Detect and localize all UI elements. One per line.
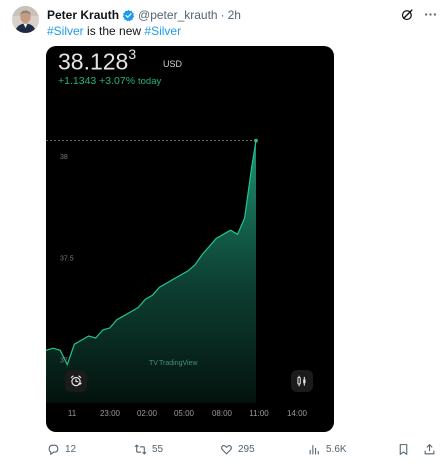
y-tick-label: 37 bbox=[60, 357, 68, 364]
data-point bbox=[102, 329, 104, 331]
separator-dot: · bbox=[220, 8, 225, 22]
author-name[interactable]: Peter Krauth bbox=[47, 8, 119, 22]
indicators-button[interactable] bbox=[291, 370, 313, 392]
data-point bbox=[187, 270, 189, 272]
y-tick-label: 38 bbox=[60, 154, 68, 161]
data-point bbox=[237, 233, 238, 235]
x-tick-label: 23:00 bbox=[100, 409, 121, 418]
change-percent: +3.07% bbox=[99, 75, 136, 87]
repost-count: 55 bbox=[152, 443, 164, 455]
data-point bbox=[230, 229, 231, 231]
data-point bbox=[116, 319, 118, 321]
x-tick-label: 14:00 bbox=[287, 409, 308, 418]
like-icon bbox=[221, 444, 232, 454]
hashtag-link[interactable]: #Silver bbox=[144, 24, 181, 38]
data-point bbox=[152, 294, 153, 296]
x-tick-label: 11:00 bbox=[249, 409, 269, 418]
data-point bbox=[73, 343, 75, 345]
x-tick-label: 02:00 bbox=[137, 409, 158, 418]
data-point bbox=[244, 217, 246, 219]
more-icon[interactable] bbox=[423, 7, 438, 22]
data-point bbox=[194, 264, 196, 266]
data-point bbox=[159, 286, 160, 288]
data-point bbox=[123, 315, 125, 317]
y-tick-label: 37.5 bbox=[60, 256, 74, 263]
avatar[interactable] bbox=[12, 6, 39, 33]
data-point bbox=[59, 349, 61, 351]
currency-label: USD bbox=[163, 59, 183, 69]
data-point bbox=[137, 307, 139, 308]
watermark-text: TradingView bbox=[159, 360, 198, 367]
change-period: today bbox=[138, 76, 162, 87]
x-tick-label: 05:00 bbox=[174, 409, 195, 418]
data-point bbox=[95, 337, 97, 339]
repost-icon bbox=[134, 443, 147, 455]
avatar-image bbox=[12, 6, 39, 33]
share-icon bbox=[424, 443, 435, 454]
author-handle[interactable]: @peter_krauth bbox=[138, 8, 218, 22]
data-point bbox=[81, 339, 82, 341]
like-button[interactable]: 295 bbox=[220, 441, 255, 457]
data-point bbox=[251, 166, 253, 168]
data-point bbox=[208, 246, 210, 247]
data-point bbox=[109, 327, 111, 329]
views-button[interactable]: 5.6K bbox=[308, 441, 347, 457]
repost-button[interactable]: 55 bbox=[134, 441, 163, 457]
price-superscript: 3 bbox=[128, 46, 137, 62]
x-axis-ticks: 11 23:00 02:00 05:00 08:00 11:00 14:00 bbox=[68, 409, 308, 418]
alarm-button[interactable] bbox=[65, 370, 87, 392]
price-change: +1.1343 +3.07% today bbox=[58, 75, 161, 87]
bookmark-button[interactable] bbox=[397, 441, 410, 457]
hashtag-link[interactable]: #Silver bbox=[47, 24, 84, 38]
data-point bbox=[222, 233, 224, 235]
data-point bbox=[166, 282, 168, 284]
share-button[interactable] bbox=[423, 441, 436, 457]
data-point bbox=[215, 237, 217, 239]
data-point bbox=[180, 274, 182, 276]
tweet-text: #Silver is the new #Silver bbox=[47, 23, 181, 39]
data-point bbox=[173, 278, 175, 280]
tweet-text-middle: is the new bbox=[83, 24, 145, 38]
y-axis-ticks: 38 37.5 37 bbox=[60, 154, 74, 365]
reply-button[interactable]: 12 bbox=[47, 441, 76, 457]
post-time[interactable]: 2h bbox=[228, 8, 241, 22]
bookmark-icon bbox=[399, 443, 408, 455]
data-point bbox=[201, 254, 203, 256]
tweet-media[interactable]: 38 37.5 37 11 23:00 02:00 05:00 08:00 11:00 14:0… bbox=[46, 46, 334, 432]
price-main: 38.128 bbox=[58, 48, 129, 75]
tradingview-logo-icon: TV bbox=[149, 360, 158, 367]
alarm-icon bbox=[70, 375, 82, 387]
reply-icon bbox=[48, 444, 59, 455]
x-tick-label: 11 bbox=[68, 409, 77, 418]
x-tick-label: 08:00 bbox=[212, 409, 233, 418]
reply-count: 12 bbox=[65, 443, 77, 455]
change-absolute: +1.1343 bbox=[58, 75, 97, 87]
views-count: 5.6K bbox=[326, 443, 347, 455]
grok-icon[interactable] bbox=[400, 7, 415, 22]
views-icon bbox=[309, 444, 319, 454]
data-point bbox=[52, 347, 54, 349]
like-count: 295 bbox=[238, 443, 255, 455]
verified-badge-icon bbox=[122, 9, 135, 21]
price-value: 38.1283 bbox=[58, 46, 137, 76]
indicators-icon bbox=[297, 375, 306, 387]
action-bar: 12 55 295 5.6K bbox=[0, 441, 445, 457]
data-point bbox=[130, 311, 132, 313]
data-point bbox=[88, 335, 89, 337]
tweet-header: Peter Krauth @peter_krauth · 2h bbox=[47, 7, 241, 23]
data-point bbox=[144, 298, 146, 300]
tweet: Peter Krauth @peter_krauth · 2h #Silver … bbox=[0, 0, 445, 464]
